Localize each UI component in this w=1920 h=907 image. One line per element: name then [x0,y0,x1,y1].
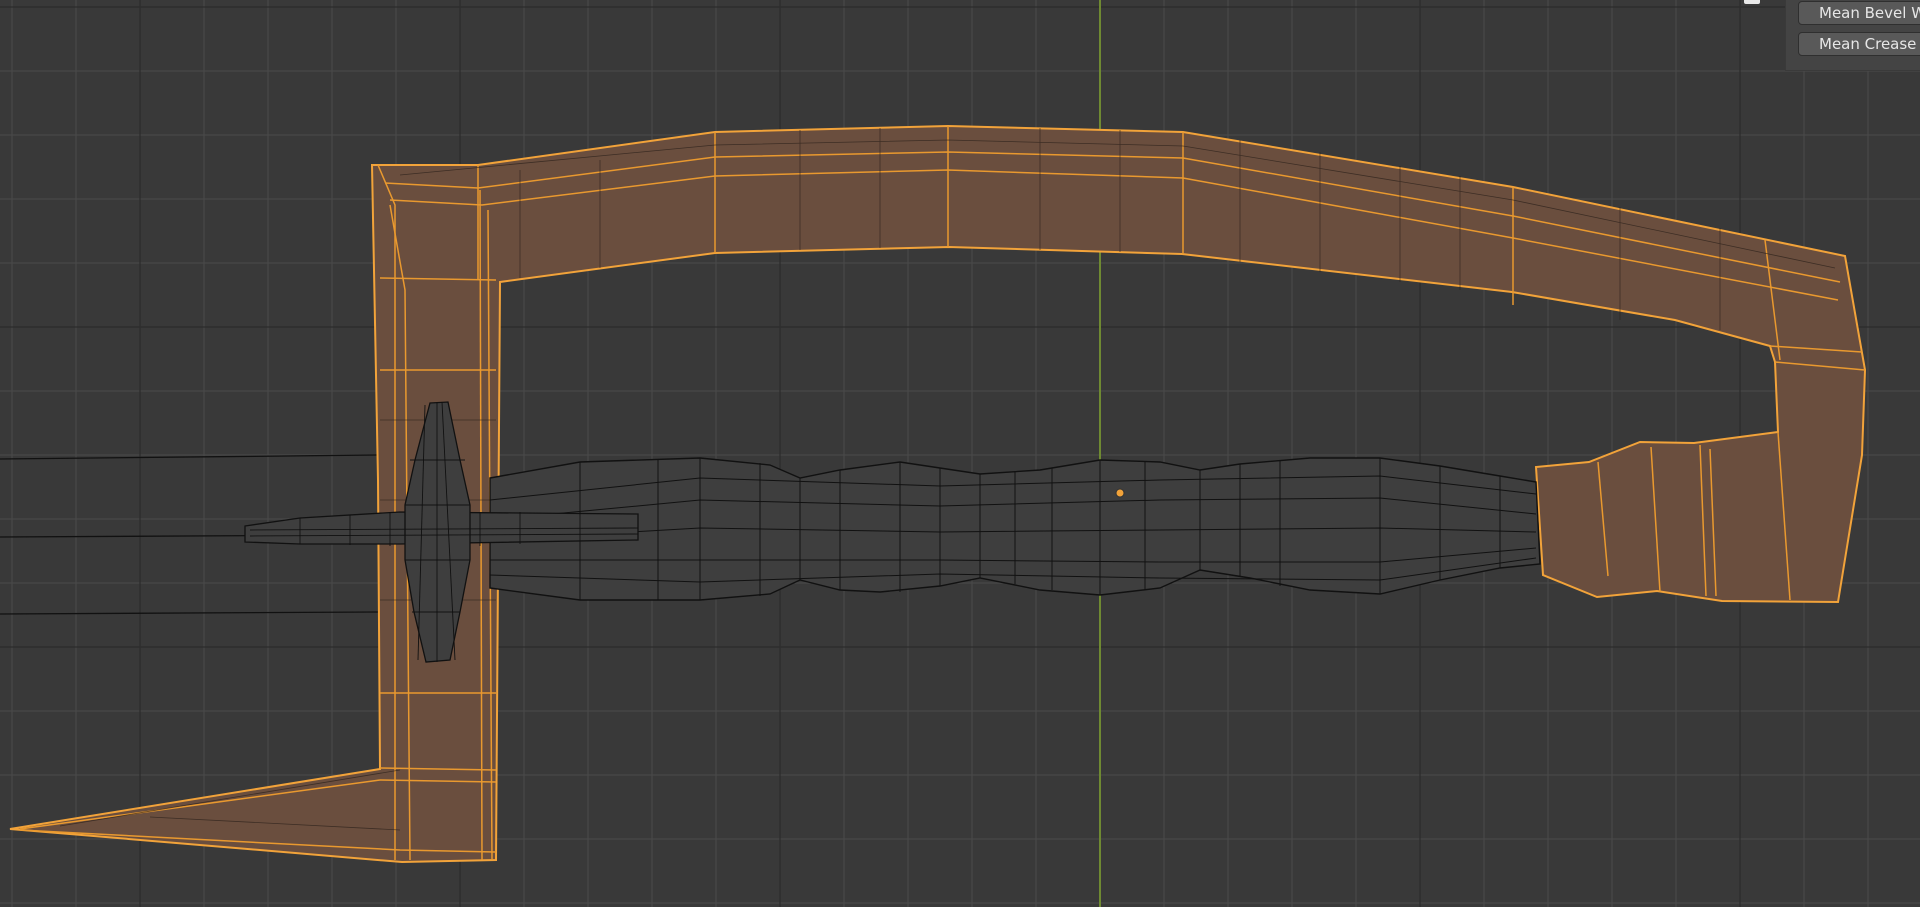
mean-crease-button[interactable]: Mean Crease [1798,32,1920,56]
panel-corner-handle-icon[interactable] [1744,0,1760,4]
mean-bevel-weight-button[interactable]: Mean Bevel Weight [1798,1,1920,25]
cross-guard-mesh[interactable] [244,401,639,663]
viewport-canvas[interactable] [0,0,1920,907]
3d-viewport[interactable] [0,0,1920,907]
properties-side-panel: Mean Bevel Weight Mean Crease [1785,0,1920,71]
object-origin-dot[interactable] [1115,488,1125,498]
grip-mesh[interactable] [489,457,1541,601]
